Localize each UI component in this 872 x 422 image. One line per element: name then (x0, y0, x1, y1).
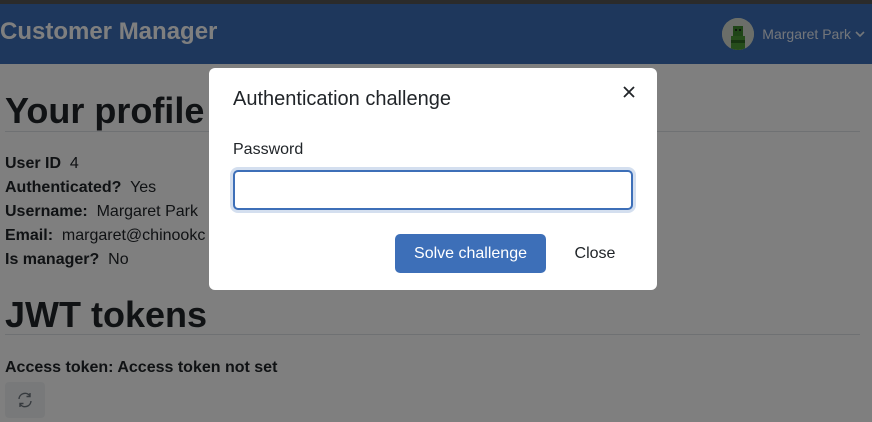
password-field[interactable] (233, 170, 633, 210)
close-icon[interactable] (619, 82, 639, 102)
auth-challenge-modal: Authentication challenge Password Solve … (209, 68, 657, 290)
solve-challenge-button[interactable]: Solve challenge (395, 234, 546, 273)
close-button[interactable]: Close (561, 234, 629, 273)
modal-title: Authentication challenge (233, 88, 451, 110)
password-label: Password (233, 141, 304, 158)
